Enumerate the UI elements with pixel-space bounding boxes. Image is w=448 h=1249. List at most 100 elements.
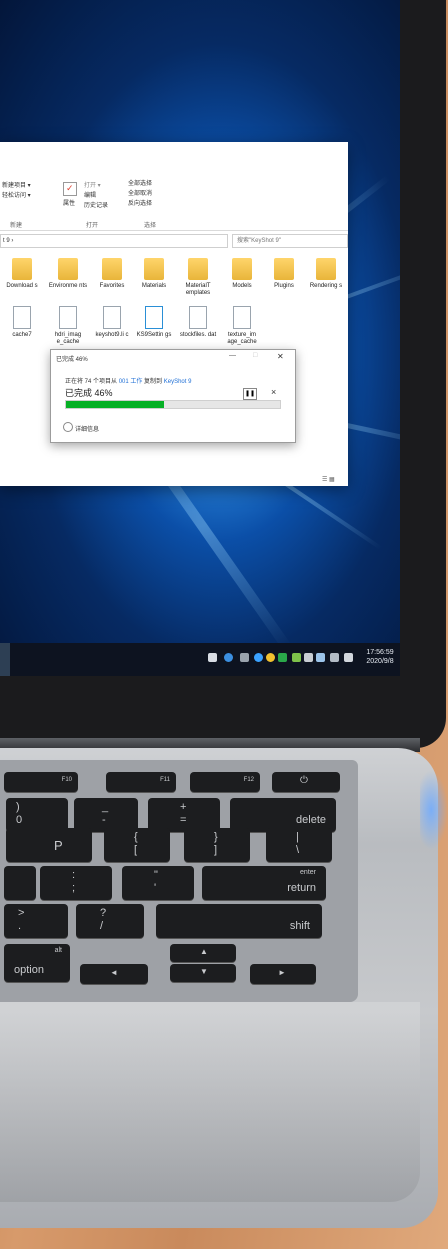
file-item[interactable]: hdri_imag e_cache xyxy=(48,306,88,346)
select-all-button[interactable]: 全部选择 xyxy=(128,178,152,187)
select-none-button[interactable]: 全部取消 xyxy=(128,188,152,197)
folder-item[interactable]: Materials xyxy=(134,258,174,290)
file-item[interactable]: stockfiles. dat xyxy=(178,306,218,339)
edge-reflection xyxy=(420,770,448,850)
key-equals[interactable]: + = xyxy=(148,798,220,832)
file-icon xyxy=(233,306,251,329)
dialog-minimize-button[interactable]: — xyxy=(229,352,236,359)
laptop-lid: — □ ✕ 新建项目 ▾ 轻松访问 ▾ 新建 ✓ 属性 打开 ▾ 编辑 历史记录… xyxy=(0,0,446,748)
copy-progress-dialog: 已完成 46% — □ ✕ 正在将 74 个项目从 001 工作 复制到 Key… xyxy=(50,349,296,443)
key-quote[interactable]: " ' xyxy=(122,866,194,900)
settings-file-icon xyxy=(145,306,163,329)
network-icon[interactable] xyxy=(304,653,313,662)
invert-selection-button[interactable]: 反向选择 xyxy=(128,198,152,207)
details-toggle[interactable]: 详细信息 xyxy=(75,424,99,433)
folder-item[interactable]: Models xyxy=(222,258,262,290)
percent-label: 已完成 46% xyxy=(65,388,113,398)
history-button[interactable]: 历史记录 xyxy=(84,200,108,209)
address-bar[interactable]: t 9 › xyxy=(0,234,228,248)
progress-fill xyxy=(66,401,165,408)
file-icon xyxy=(13,306,31,329)
folder-icon xyxy=(12,258,32,280)
folder-icon xyxy=(58,258,78,280)
dialog-maximize-button[interactable]: □ xyxy=(253,352,257,359)
view-toggle-icons[interactable]: ☰ ▦ xyxy=(322,476,335,483)
taskbar-clock[interactable]: 17:56:59 2020/9/8 xyxy=(360,648,400,666)
file-item[interactable]: cache7 xyxy=(2,306,42,339)
key-period[interactable]: > . xyxy=(4,904,68,938)
edit-button[interactable]: 编辑 xyxy=(84,190,96,199)
key-l[interactable] xyxy=(4,866,36,900)
volume-icon[interactable] xyxy=(240,653,249,662)
cancel-copy-button[interactable]: × xyxy=(271,387,276,397)
key-slash[interactable]: ? / xyxy=(76,904,144,938)
folder-icon xyxy=(316,258,336,280)
folder-item[interactable]: Environme nts xyxy=(48,258,88,290)
key-shift[interactable]: shift xyxy=(156,904,322,938)
desktop-wallpaper: — □ ✕ 新建项目 ▾ 轻松访问 ▾ 新建 ✓ 属性 打开 ▾ 编辑 历史记录… xyxy=(0,0,400,676)
tray-app-icon[interactable] xyxy=(292,653,301,662)
file-icon xyxy=(103,306,121,329)
pause-button[interactable]: ❚❚ xyxy=(243,388,257,400)
chevron-down-icon[interactable] xyxy=(63,422,73,432)
file-icon xyxy=(59,306,77,329)
folder-icon xyxy=(232,258,252,280)
key-f12[interactable]: F12 xyxy=(190,772,260,792)
group-open-label: 打开 xyxy=(86,223,99,229)
dialog-title: 已完成 46% xyxy=(56,357,88,363)
key-arrow-right[interactable]: ► xyxy=(250,964,316,984)
key-delete[interactable]: delete xyxy=(230,798,336,832)
key-return[interactable]: enter return xyxy=(202,866,326,900)
palm-rest xyxy=(0,1002,420,1202)
key-arrow-down[interactable]: ▼ xyxy=(170,964,236,982)
clock-date: 2020/9/8 xyxy=(366,658,394,665)
tray-app-icon[interactable] xyxy=(254,653,263,662)
tray-app-icon[interactable] xyxy=(266,653,275,662)
ribbon: 新建项目 ▾ 轻松访问 ▾ 新建 ✓ 属性 打开 ▾ 编辑 历史记录 打开 全部… xyxy=(0,142,348,231)
folder-icon xyxy=(188,258,208,280)
keyboard-icon[interactable] xyxy=(344,653,353,662)
folder-item[interactable]: Plugins xyxy=(264,258,304,290)
file-item[interactable]: texture_im age_cache xyxy=(222,306,262,346)
key-0[interactable]: ) 0 xyxy=(6,798,68,832)
folder-item[interactable]: Download s xyxy=(2,258,42,290)
search-input[interactable]: 搜索"KeyShot 9" xyxy=(232,234,348,248)
key-f10[interactable]: F10 xyxy=(4,772,78,792)
key-p[interactable]: P xyxy=(6,828,92,862)
key-arrow-left[interactable]: ◄ xyxy=(80,964,148,984)
folder-item[interactable]: MaterialT emplates xyxy=(178,258,218,297)
tray-app-icon[interactable] xyxy=(208,653,217,662)
taskbar xyxy=(0,643,400,676)
taskbar-app-button[interactable] xyxy=(0,643,10,676)
file-item[interactable]: keyshot9.li c xyxy=(92,306,132,339)
ime-icon[interactable] xyxy=(316,653,325,662)
new-item-button[interactable]: 新建项目 ▾ xyxy=(2,180,31,189)
properties-icon: ✓ xyxy=(63,182,77,196)
properties-button[interactable]: 属性 xyxy=(63,198,75,207)
file-icon xyxy=(189,306,207,329)
destination-link[interactable]: KeyShot 9 xyxy=(164,379,192,385)
key-f11[interactable]: F11 xyxy=(106,772,176,792)
progress-bar xyxy=(65,400,281,409)
easy-access-button[interactable]: 轻松访问 ▾ xyxy=(2,190,31,199)
folder-item[interactable]: Rendering s xyxy=(306,258,346,290)
key-minus[interactable]: _ - xyxy=(74,798,138,832)
key-right-bracket[interactable]: } ] xyxy=(184,828,250,862)
folder-icon xyxy=(144,258,164,280)
key-option[interactable]: alt option xyxy=(4,944,70,982)
dialog-close-button[interactable]: ✕ xyxy=(277,352,284,361)
source-link[interactable]: 001 工作 xyxy=(119,379,143,385)
file-item[interactable]: KS9Settin gs xyxy=(134,306,174,339)
key-power[interactable]: ⏻ xyxy=(272,772,340,792)
key-left-bracket[interactable]: { [ xyxy=(104,828,170,862)
copy-status-line: 正在将 74 个项目从 001 工作 复制到 KeyShot 9 xyxy=(65,379,192,385)
tray-app-icon[interactable] xyxy=(278,653,287,662)
open-button[interactable]: 打开 ▾ xyxy=(84,180,101,189)
key-arrow-up[interactable]: ▲ xyxy=(170,944,236,962)
folder-item[interactable]: Favorites xyxy=(92,258,132,290)
key-backslash[interactable]: | \ xyxy=(266,828,332,862)
tray-app-icon[interactable] xyxy=(224,653,233,662)
language-icon[interactable] xyxy=(330,653,339,662)
key-semicolon[interactable]: : ; xyxy=(40,866,112,900)
group-new-label: 新建 xyxy=(10,223,23,229)
